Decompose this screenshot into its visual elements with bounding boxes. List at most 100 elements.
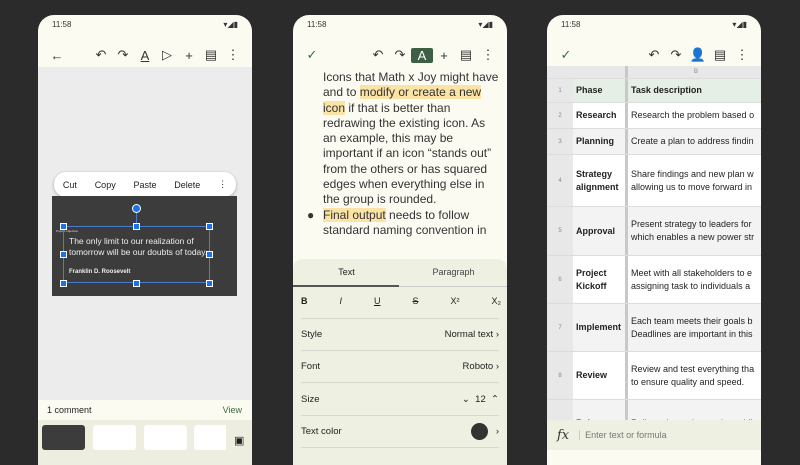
- row-number[interactable]: 8: [547, 352, 573, 399]
- add-icon[interactable]: +: [433, 48, 455, 63]
- font-row[interactable]: Font Roboto ›: [301, 350, 499, 382]
- italic-button[interactable]: I: [339, 296, 342, 306]
- slide-thumbnail[interactable]: [144, 425, 187, 450]
- description-cell[interactable]: Share findings and new plan w allowing us…: [628, 155, 761, 206]
- table-row: 3 Planning Create a plan to address findin: [547, 129, 761, 155]
- description-cell[interactable]: Create a plan to address findin: [628, 129, 761, 154]
- description-cell[interactable]: Research the problem based o: [628, 103, 761, 128]
- undo-icon[interactable]: ↶: [90, 47, 112, 63]
- status-time: 11:58: [561, 20, 581, 29]
- slide[interactable]: Project objective The only limit to our …: [52, 196, 237, 296]
- add-icon[interactable]: +: [178, 48, 200, 63]
- highlighted-text: Final output: [323, 207, 386, 222]
- resize-handle[interactable]: [206, 223, 213, 230]
- rotate-handle[interactable]: [132, 204, 141, 213]
- phase-cell[interactable]: Review: [573, 352, 628, 399]
- copy-button[interactable]: Copy: [95, 180, 116, 190]
- function-icon: fx: [557, 427, 570, 443]
- row-number[interactable]: 5: [547, 207, 573, 255]
- context-menu: Cut Copy Paste Delete ⋮: [54, 172, 236, 197]
- add-slide-icon[interactable]: ▣: [234, 434, 244, 447]
- tab-paragraph[interactable]: Paragraph: [400, 267, 507, 277]
- resize-handle[interactable]: [206, 251, 213, 258]
- resize-handle[interactable]: [133, 280, 140, 287]
- paste-button[interactable]: Paste: [133, 180, 156, 190]
- phase-cell[interactable]: Research: [573, 103, 628, 128]
- undo-icon[interactable]: ↶: [367, 47, 389, 63]
- description-cell[interactable]: Each team meets their goals b Deadlines a…: [628, 304, 761, 351]
- description-cell[interactable]: Meet with all stakeholders to e assigning…: [628, 256, 761, 303]
- comment-icon[interactable]: ▤: [455, 47, 477, 63]
- redo-icon[interactable]: ↷: [665, 47, 687, 63]
- filmstrip: ▣: [38, 420, 252, 465]
- doc-body[interactable]: Icons that Math x Joy might have and to …: [307, 70, 501, 239]
- phase-cell[interactable]: Project Kickoff: [573, 256, 628, 303]
- row-number[interactable]: 1: [547, 79, 573, 102]
- superscript-button[interactable]: X²: [450, 296, 459, 306]
- style-row[interactable]: Style Normal text ›: [301, 318, 499, 350]
- subscript-button[interactable]: X₂: [491, 296, 501, 306]
- more-icon[interactable]: ⋮: [222, 47, 244, 63]
- comment-icon[interactable]: ▤: [709, 47, 731, 63]
- phase-cell[interactable]: Phase: [573, 79, 628, 102]
- phase-cell[interactable]: Implement: [573, 304, 628, 351]
- row-number[interactable]: 6: [547, 256, 573, 303]
- comment-icon[interactable]: ▤: [200, 47, 222, 63]
- resize-handle[interactable]: [206, 280, 213, 287]
- check-icon[interactable]: ✓: [555, 47, 577, 63]
- slide-thumbnail[interactable]: [42, 425, 85, 450]
- view-comments-link[interactable]: View: [223, 405, 242, 415]
- row-number[interactable]: 2: [547, 103, 573, 128]
- decrease-size-icon[interactable]: ⌄: [462, 394, 470, 405]
- underline-button[interactable]: U: [374, 296, 381, 306]
- doc-paragraph[interactable]: Icons that Math x Joy might have and to …: [323, 70, 501, 208]
- table-row: 7 Implement Each team meets their goals bD…: [547, 304, 761, 352]
- spreadsheet-grid: B 1 Phase Task description 2 Research Researc…: [547, 66, 761, 448]
- more-icon[interactable]: ⋮: [218, 179, 227, 190]
- more-icon[interactable]: ⋮: [731, 47, 753, 63]
- check-icon[interactable]: ✓: [301, 47, 323, 63]
- text-format-icon[interactable]: A: [411, 47, 433, 63]
- text-format-icon[interactable]: A: [134, 48, 156, 63]
- status-icons: ▾◢▮: [732, 20, 747, 29]
- resize-handle[interactable]: [60, 223, 67, 230]
- description-cell[interactable]: Review and test everything tha to ensure …: [628, 352, 761, 399]
- cut-button[interactable]: Cut: [63, 180, 77, 190]
- color-swatch: [470, 423, 488, 440]
- row-number[interactable]: 4: [547, 155, 573, 206]
- slide-thumbnail[interactable]: [194, 425, 226, 450]
- undo-icon[interactable]: ↶: [643, 47, 665, 63]
- bold-button[interactable]: B: [301, 296, 308, 306]
- strikethrough-button[interactable]: S: [412, 296, 418, 306]
- table-row: 4 Strategy alignment Share findings and ne…: [547, 155, 761, 207]
- table-row: 5 Approval Present strategy to leaders for…: [547, 207, 761, 256]
- back-icon[interactable]: ←: [46, 48, 68, 63]
- description-cell[interactable]: Task description: [628, 79, 761, 102]
- formula-bar: fx Enter text or formula: [547, 420, 761, 450]
- add-person-icon[interactable]: 👤: [687, 47, 709, 63]
- more-icon[interactable]: ⋮: [477, 47, 499, 63]
- resize-handle[interactable]: [60, 251, 67, 258]
- tab-text[interactable]: Text: [293, 267, 400, 277]
- resize-handle[interactable]: [133, 223, 140, 230]
- row-number[interactable]: 7: [547, 304, 573, 351]
- phase-cell[interactable]: Strategy alignment: [573, 155, 628, 206]
- row-number[interactable]: 3: [547, 129, 573, 154]
- redo-icon[interactable]: ↷: [389, 47, 411, 63]
- phase-cell[interactable]: Approval: [573, 207, 628, 255]
- redo-icon[interactable]: ↷: [112, 47, 134, 63]
- formula-input[interactable]: Enter text or formula: [579, 430, 667, 440]
- table-row: 1 Phase Task description: [547, 79, 761, 103]
- delete-button[interactable]: Delete: [174, 180, 200, 190]
- phase-cell[interactable]: Planning: [573, 129, 628, 154]
- column-header-b[interactable]: B: [628, 66, 761, 78]
- slide-thumbnail[interactable]: [93, 425, 136, 450]
- increase-size-icon[interactable]: ⌃: [491, 394, 499, 405]
- sheets-phone: 11:58 ▾◢▮ ✓ ↶ ↷ 👤 ▤ ⋮ B 1 Phase Task descri…: [547, 15, 761, 465]
- text-color-row[interactable]: Text color ›: [301, 415, 499, 448]
- resize-handle[interactable]: [60, 280, 67, 287]
- description-cell[interactable]: Present strategy to leaders for which ena…: [628, 207, 761, 255]
- selection-box[interactable]: [63, 226, 210, 283]
- doc-bullet[interactable]: ● Final output needs to follow standard n…: [307, 207, 501, 239]
- present-icon[interactable]: ▷: [156, 47, 178, 63]
